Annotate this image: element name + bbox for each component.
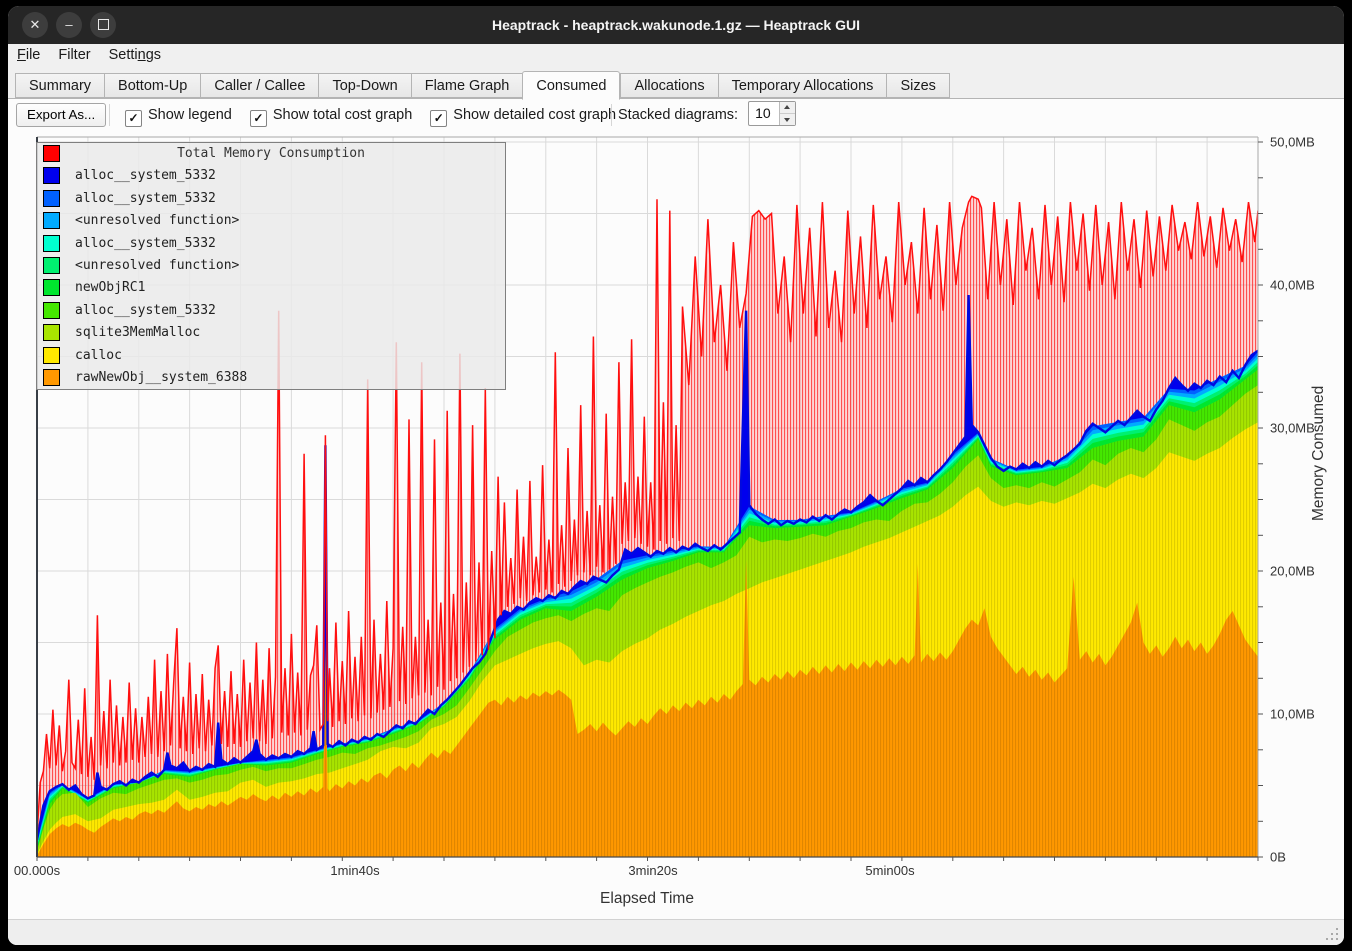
tab-allocations[interactable]: Allocations	[620, 73, 717, 98]
x-tick-label: 00.000s	[14, 863, 60, 878]
legend-label: <unresolved function>	[75, 255, 239, 277]
checkbox-row: ✓Show legend ✓Show total cost graph ✓Show …	[116, 99, 625, 132]
legend-item: Total Memory Consumption	[37, 143, 505, 165]
legend-swatch	[43, 347, 60, 364]
export-as-button[interactable]: Export As...	[16, 103, 106, 127]
legend-label: <unresolved function>	[75, 210, 239, 232]
stacked-diagrams-spinbox[interactable]: 10	[748, 101, 796, 126]
checkbox-mark-icon: ✓	[125, 110, 142, 127]
y-tick-label: 20,0MB	[1270, 564, 1315, 579]
y-tick-label: 50,0MB	[1270, 135, 1315, 150]
status-bar	[8, 919, 1344, 945]
legend-label: alloc__system_5332	[75, 188, 216, 210]
y-tick-label: 10,0MB	[1270, 707, 1315, 722]
menu-filter[interactable]: Filter	[49, 44, 99, 66]
checkbox-mark-icon: ✓	[430, 110, 447, 127]
legend-item: calloc	[37, 345, 505, 367]
stacked-diagrams-value: 10	[755, 102, 771, 124]
legend-label: alloc__system_5332	[75, 300, 216, 322]
y-axis-title: Memory Consumed	[1310, 491, 1328, 521]
legend-label: rawNewObj__system_6388	[75, 367, 247, 389]
toolbar-separator	[109, 104, 110, 126]
tab-bottom-up[interactable]: Bottom-Up	[104, 73, 200, 98]
x-tick-label: 1min40s	[330, 863, 379, 878]
legend-swatch	[43, 235, 60, 252]
menu-file[interactable]: File	[8, 44, 49, 66]
tab-temporary-allocations[interactable]: Temporary Allocations	[718, 73, 887, 98]
title-bar[interactable]: ✕ – Heaptrack - heaptrack.wakunode.1.gz …	[8, 6, 1344, 44]
legend-swatch	[43, 302, 60, 319]
chart-legend: Total Memory Consumptionalloc__system_53…	[36, 142, 506, 390]
y-tick-label: 30,0MB	[1270, 421, 1315, 436]
legend-label: sqlite3MemMalloc	[75, 322, 200, 344]
legend-swatch	[43, 212, 60, 229]
tab-summary[interactable]: Summary	[15, 73, 104, 98]
legend-swatch	[43, 257, 60, 274]
window-title: Heaptrack - heaptrack.wakunode.1.gz — He…	[8, 6, 1344, 44]
legend-item: alloc__system_5332	[37, 188, 505, 210]
legend-swatch	[43, 369, 60, 386]
x-tick-label: 3min20s	[628, 863, 677, 878]
checkbox-show-total-cost-graph[interactable]: ✓Show total cost graph	[250, 99, 412, 132]
legend-label: newObjRC1	[75, 277, 145, 299]
x-axis-title: Elapsed Time	[600, 890, 694, 908]
legend-item: alloc__system_5332	[37, 300, 505, 322]
y-tick-label: 40,0MB	[1270, 278, 1315, 293]
legend-item: <unresolved function>	[37, 210, 505, 232]
y-tick-label: 0B	[1270, 850, 1286, 865]
checkbox-show-legend[interactable]: ✓Show legend	[125, 99, 232, 132]
legend-item: rawNewObj__system_6388	[37, 367, 505, 389]
menu-bar: FileFilterSettings	[8, 44, 1344, 70]
checkbox-show-detailed-cost-graph[interactable]: ✓Show detailed cost graph	[430, 99, 616, 132]
legend-swatch	[43, 324, 60, 341]
legend-swatch	[43, 279, 60, 296]
legend-item: newObjRC1	[37, 277, 505, 299]
tab-caller-callee[interactable]: Caller / Callee	[200, 73, 318, 98]
legend-swatch	[43, 190, 60, 207]
app-window: ✕ – Heaptrack - heaptrack.wakunode.1.gz …	[8, 6, 1344, 945]
legend-label: Total Memory Consumption	[37, 143, 505, 165]
menu-settings[interactable]: Settings	[100, 44, 170, 66]
toolbar: Export As... ✓Show legend ✓Show total cos…	[8, 99, 1344, 132]
tab-bar: SummaryBottom-UpCaller / CalleeTop-DownF…	[8, 70, 1344, 99]
tabs-wrap: SummaryBottom-UpCaller / CalleeTop-DownF…	[15, 70, 950, 100]
spin-down-icon[interactable]	[780, 113, 795, 126]
legend-swatch	[43, 167, 60, 184]
x-tick-label: 5min00s	[865, 863, 914, 878]
stacked-diagrams-group: Stacked diagrams: 10	[618, 99, 796, 132]
legend-item: sqlite3MemMalloc	[37, 322, 505, 344]
legend-item: alloc__system_5332	[37, 165, 505, 187]
legend-label: alloc__system_5332	[75, 165, 216, 187]
tab-consumed[interactable]: Consumed	[522, 71, 620, 100]
stacked-diagrams-label: Stacked diagrams:	[618, 107, 738, 123]
legend-label: alloc__system_5332	[75, 233, 216, 255]
legend-item: alloc__system_5332	[37, 233, 505, 255]
legend-label: calloc	[75, 345, 122, 367]
consumed-chart-area: 00.000s 1min40s 3min20s 5min00s 0B 10,0MB 20,…	[8, 132, 1344, 919]
resize-grip-icon[interactable]	[1326, 928, 1338, 940]
tab-sizes[interactable]: Sizes	[886, 73, 949, 98]
tab-flame-graph[interactable]: Flame Graph	[411, 73, 523, 98]
tab-top-down[interactable]: Top-Down	[318, 73, 410, 98]
legend-item: <unresolved function>	[37, 255, 505, 277]
toolbar-separator	[611, 104, 612, 126]
checkbox-mark-icon: ✓	[250, 110, 267, 127]
